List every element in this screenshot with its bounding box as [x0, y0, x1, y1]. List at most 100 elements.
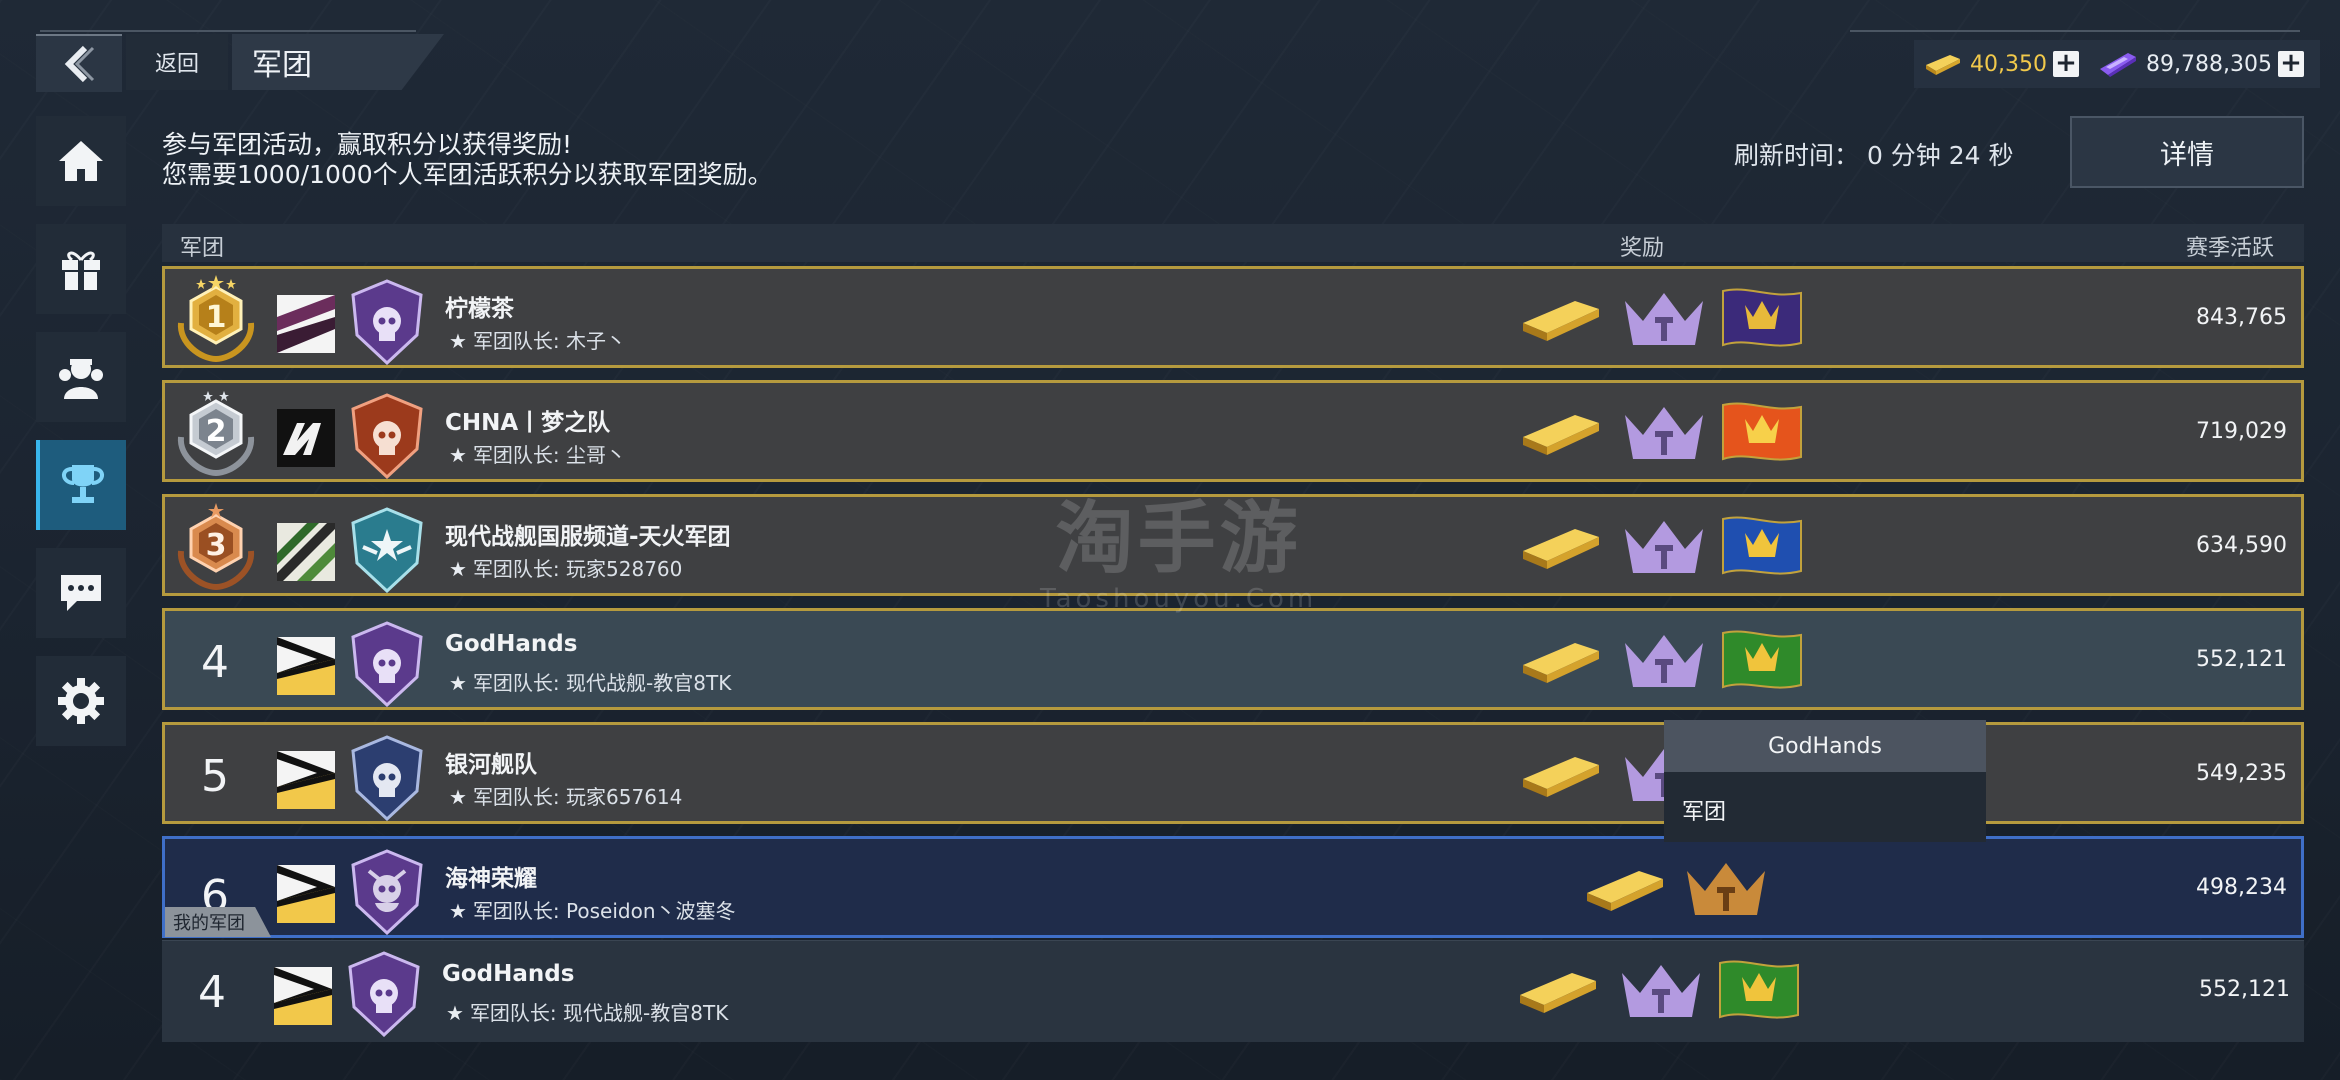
back-arrow-icon	[64, 45, 95, 83]
sidebar-item-chat[interactable]	[36, 548, 126, 638]
gold-reward-icon	[1523, 301, 1599, 341]
gold-amount: 40,350	[1970, 51, 2047, 77]
gift-icon	[62, 251, 100, 290]
top-divider-right	[1850, 30, 2300, 32]
rank-number: 5	[201, 751, 229, 802]
col-reward: 奖励	[1620, 236, 1665, 261]
clan-emblem-icon	[351, 621, 423, 707]
clan-leader: ★ 军团队长: 玩家657614	[449, 781, 682, 810]
trophy-icon	[62, 465, 104, 503]
clan-name: 柠檬茶	[445, 296, 514, 322]
season-score: 552,121	[2196, 647, 2287, 672]
clan-icon	[59, 359, 103, 399]
leader-text: 军团队长: 尘哥丶	[472, 443, 627, 467]
leader-text: 军团队长: 玩家657614	[472, 785, 683, 809]
table-header: 军团 奖励 赛季活跃	[162, 224, 2304, 262]
popup-title: GodHands	[1664, 720, 1986, 772]
svg-text:2: 2	[206, 414, 227, 449]
season-score: 552,121	[2199, 977, 2290, 1002]
watermark-en: Taoshouyou.Com	[1040, 584, 1318, 614]
clan-leader: ★ 军团队长: 现代战舰-教官8TK	[449, 667, 731, 696]
my-clan-tag: 我的军团	[165, 907, 271, 937]
sidebar-item-gift[interactable]	[36, 224, 126, 314]
activity-info: 参与军团活动，赢取积分以获得奖励! 您需要1000/1000个人军团活跃积分以获…	[162, 130, 773, 190]
info-line-2: 您需要1000/1000个人军团活跃积分以获取军团奖励。	[162, 160, 773, 189]
star-icon: ★	[449, 785, 467, 809]
flag-reward-icon	[1719, 960, 1799, 1019]
flag-reward-icon	[1722, 516, 1802, 575]
leader-text: 军团队长: 现代战舰-教官8TK	[469, 1001, 729, 1025]
clan-name: GodHands	[445, 631, 578, 657]
col-season: 赛季活跃	[2185, 236, 2274, 261]
back-label[interactable]: 返回	[126, 34, 228, 90]
table-row[interactable]: 2 CHNA丨梦之队 ★ 军团队长: 尘哥丶 719,029	[162, 380, 2304, 482]
sidebar-item-trophy[interactable]	[36, 440, 126, 530]
clan-flag-icon	[277, 523, 335, 581]
season-score: 498,234	[2196, 875, 2287, 900]
season-score: 549,235	[2196, 761, 2287, 786]
clan-emblem-icon	[351, 849, 423, 935]
details-button[interactable]: 详情	[2070, 116, 2304, 188]
clan-emblem-icon	[351, 507, 423, 593]
sidebar-item-home[interactable]	[36, 116, 126, 206]
clan-name: 银河舰队	[445, 752, 537, 778]
rank-3-badge-icon: 3	[177, 503, 255, 591]
gold-currency: 40,350 +	[1914, 40, 2098, 88]
popup-clan-option[interactable]: 军团	[1664, 772, 1986, 826]
clan-emblem-icon	[351, 735, 423, 821]
leader-text: 军团队长: 玩家528760	[472, 557, 683, 581]
add-premium-button[interactable]: +	[2277, 50, 2304, 77]
clan-flag-icon	[277, 295, 335, 353]
bronze-crown-reward-icon	[1687, 863, 1765, 915]
gold-reward-icon	[1523, 415, 1599, 455]
gear-icon	[58, 678, 104, 724]
flag-reward-icon	[1722, 630, 1802, 689]
star-icon: ★	[449, 899, 467, 923]
season-score: 719,029	[2196, 419, 2287, 444]
table-row[interactable]: 1 柠檬茶 ★ 军团队长: 木子丶 843,765	[162, 266, 2304, 368]
gold-reward-icon	[1523, 529, 1599, 569]
sidebar-item-clan[interactable]	[36, 332, 126, 422]
premium-amount: 89,788,305	[2146, 51, 2272, 77]
table-row[interactable]: 4 GodHands ★ 军团队长: 现代战舰-教官8TK 552,121	[162, 940, 2304, 1042]
leader-text: 军团队长: 现代战舰-教官8TK	[472, 671, 732, 695]
clan-leader: ★ 军团队长: 尘哥丶	[449, 439, 626, 468]
clan-flag-icon	[274, 967, 332, 1025]
clan-emblem-icon	[351, 279, 423, 365]
flag-reward-icon	[1722, 288, 1802, 347]
star-icon: ★	[449, 443, 467, 467]
gold-reward-icon	[1523, 643, 1599, 683]
season-score: 634,590	[2196, 533, 2287, 558]
rank-number: 4	[201, 637, 229, 688]
clan-name: GodHands	[442, 961, 575, 987]
gold-reward-icon	[1523, 757, 1599, 797]
clan-name: CHNA丨梦之队	[445, 410, 611, 436]
star-icon: ★	[449, 671, 467, 695]
col-clan: 军团	[180, 236, 225, 261]
flag-reward-icon	[1722, 402, 1802, 461]
watermark: 淘手游 Taoshouyou.Com	[1040, 476, 1317, 614]
back-button[interactable]	[36, 34, 122, 92]
star-icon: ★	[449, 557, 467, 581]
crown-reward-icon	[1625, 293, 1703, 345]
refresh-timer: 刷新时间： 0 分钟 24 秒	[1734, 141, 2014, 170]
top-divider-left	[40, 30, 416, 32]
table-row-my-clan[interactable]: 6 海神荣耀 ★ 军团队长: Poseidon丶波塞冬 498,234 我的军团	[162, 836, 2304, 938]
gold-reward-icon	[1587, 871, 1663, 911]
clan-flag-icon	[277, 409, 335, 467]
season-score: 843,765	[2196, 305, 2287, 330]
sidebar-item-settings[interactable]	[36, 656, 126, 746]
clan-name: 现代战舰国服频道-天火军团	[445, 524, 731, 550]
info-line-1: 参与军团活动，赢取积分以获得奖励!	[162, 130, 573, 159]
clan-context-popup: GodHands 军团	[1664, 720, 1986, 842]
premium-currency: 89,788,305 +	[2090, 40, 2320, 88]
add-gold-button[interactable]: +	[2052, 50, 2079, 77]
clan-emblem-icon	[351, 393, 423, 479]
chat-icon	[61, 575, 101, 611]
clan-leader: ★ 军团队长: 玩家528760	[449, 553, 682, 582]
clan-flag-icon	[277, 865, 335, 923]
premium-crystal-icon	[2100, 53, 2136, 77]
clan-leader: ★ 军团队长: 木子丶	[449, 325, 626, 354]
clan-flag-icon	[277, 751, 335, 809]
table-row[interactable]: 4 GodHands ★ 军团队长: 现代战舰-教官8TK 552,121	[162, 608, 2304, 710]
